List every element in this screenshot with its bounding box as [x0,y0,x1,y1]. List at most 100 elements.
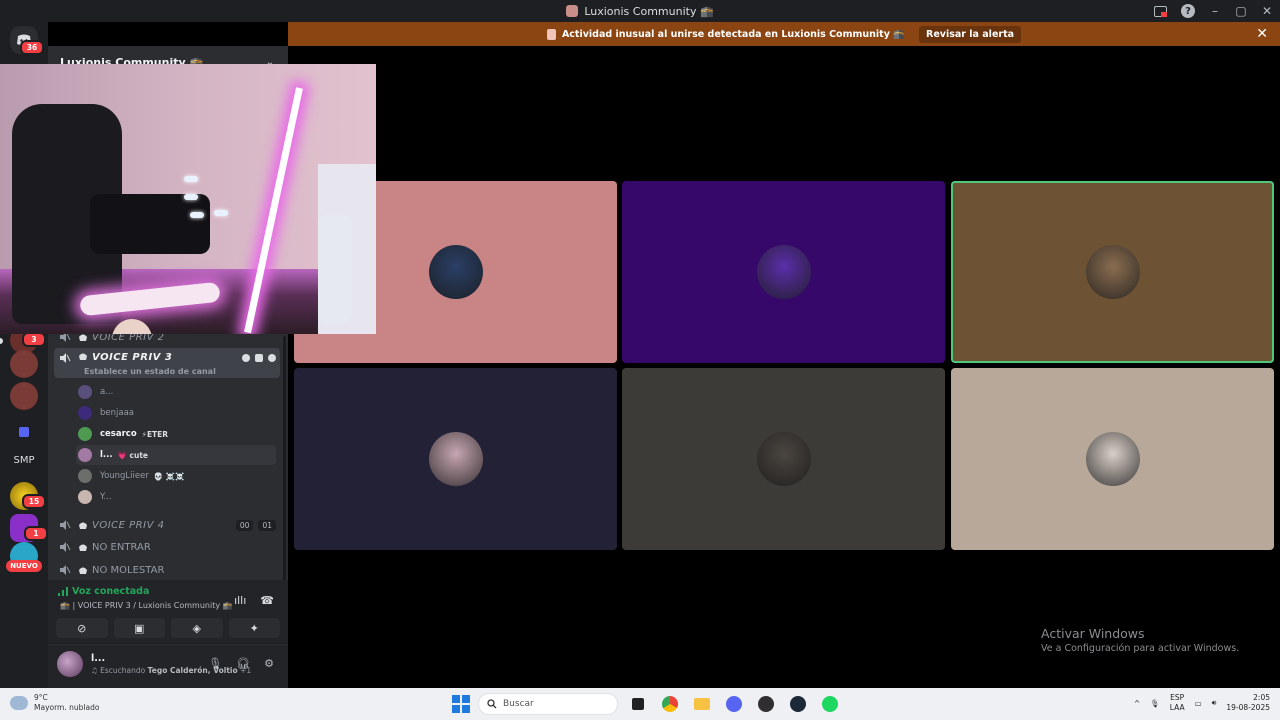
screen-share-icon[interactable]: ▣ [113,618,165,638]
user-limit: 01 [258,519,276,531]
chat-icon[interactable] [242,354,250,362]
window-controls: ? – ▢ ✕ [1146,0,1280,22]
language-code: ESP [1170,693,1185,702]
emoji-icon [78,566,88,575]
avatar [1085,432,1140,486]
weather-desc: Mayorm. nublado [34,703,100,712]
cloud-icon [10,696,28,710]
music-icon: ♫ [91,666,98,675]
review-alert-button[interactable]: Revisar la alerta [919,25,1022,43]
voice-channel-no-molestar[interactable]: NO MOLESTAR [54,559,280,581]
weather-widget[interactable]: 9°C Mayorm. nublado [10,693,99,713]
smp-server-icon[interactable]: SMP [4,455,44,466]
discord-icon[interactable] [722,692,746,716]
participant-tile[interactable] [294,368,617,550]
voice-channel-path[interactable]: 🕋 | VOICE PRIV 3 / Luxionis Community 🕋 [60,601,233,610]
headphones-icon[interactable]: 🎧︎ [236,657,250,670]
voice-member[interactable]: l... 💗 cute [76,445,276,465]
obs-icon[interactable] [754,692,778,716]
activity-icon[interactable]: ◈ [171,618,223,638]
inbox-icon[interactable] [1146,0,1174,22]
avatar [756,245,811,299]
chrome-icon[interactable] [658,692,682,716]
picture-in-picture-video[interactable] [0,64,376,334]
maximize-button[interactable]: ▢ [1228,0,1254,22]
minimize-button[interactable]: – [1202,0,1228,22]
alert-close-icon[interactable]: ✕ [1256,26,1268,42]
sidebar-scrollbar[interactable] [283,336,286,582]
gear-icon[interactable]: ⚙ [264,657,274,670]
participant-tile[interactable] [951,368,1274,550]
activation-watermark-hint: Ve a Configuración para activar Windows. [1041,643,1240,654]
member-name: benjaaa [100,408,134,418]
voice-member[interactable]: benjaaa [76,403,276,423]
voice-status-text: Voz conectada [72,586,150,597]
voice-channel-no-entrar[interactable]: NO ENTRAR [54,536,280,558]
participant-tile[interactable] [622,181,945,363]
system-tray: ^ 🎙︎ ESP LAA ▭ 🔊︎ 2:05 19-08-2025 [1134,693,1270,713]
disconnect-icon[interactable]: ☎ [260,594,274,607]
camera-off-icon[interactable]: ⊘ [56,618,108,638]
voice-connection-panel: Voz conectada 🕋 | VOICE PRIV 3 / Luxioni… [48,580,288,644]
avatar [78,490,92,504]
voice-status: Voz conectada [58,586,149,597]
member-clan-tag: 💀 ☠️☠️ [153,471,185,481]
search-icon [487,699,497,709]
language-indicator[interactable]: ESP LAA [1170,693,1185,713]
avatar [78,406,92,420]
channel-name: VOICE PRIV 4 [92,519,165,531]
avatar [428,245,483,299]
voice-top-actions: ıllı ☎ [234,594,274,607]
voice-channel-priv-4[interactable]: VOICE PRIV 4 00 01 [54,514,280,536]
alert-message: Actividad inusual al unirse detectada en… [561,28,906,40]
avatar [78,448,92,462]
server-icon[interactable] [10,382,38,410]
soundboard-icon[interactable]: ✦ [228,618,280,638]
weather-temp: 9°C [34,693,48,702]
server-icon[interactable] [10,350,38,378]
alert-icon [546,28,556,40]
voice-member[interactable]: a... [76,382,276,402]
volume-icon[interactable]: 🔊︎ [1212,698,1217,708]
participant-tile[interactable] [951,181,1274,363]
member-name: Y... [100,492,112,502]
network-icon[interactable]: ▭ [1195,699,1202,708]
user-controls: 🎙︎ 🎧︎ ⚙ [208,657,274,670]
participant-tile[interactable] [622,368,945,550]
folder-icon[interactable] [10,418,38,446]
member-name: a... [100,387,114,397]
username: l... [91,653,106,664]
channel-name: NO ENTRAR [92,541,151,553]
invite-icon[interactable] [255,354,263,362]
chevron-up-icon[interactable]: ^ [1134,699,1140,708]
avatar [1085,245,1140,299]
user-panel: l... ♫ Escuchando Tego Calderón, Voltio … [48,645,288,688]
microphone-icon[interactable]: 🎙︎ [208,657,222,670]
spotify-icon[interactable] [818,692,842,716]
member-name: YoungLiieer [100,471,149,481]
voice-member[interactable]: Y... [76,487,276,507]
member-clan-tag: ⚡ETER [141,429,169,439]
gear-icon[interactable] [268,354,276,362]
taskbar-search[interactable]: Buscar [478,693,618,715]
keyboard-layout: LAA [1169,703,1185,712]
speaker-off-icon [58,541,72,553]
microphone-icon[interactable]: 🎙︎ [1150,699,1160,708]
windows-taskbar: 9°C Mayorm. nublado Buscar ^ 🎙︎ ESP LAA [0,688,1280,720]
voice-member[interactable]: YoungLiieer 💀 ☠️☠️ [76,466,276,486]
window-title-text: Luxionis Community 🕋 [584,4,714,18]
file-explorer-icon[interactable] [690,692,714,716]
windows-start-icon[interactable] [452,695,470,713]
avatar[interactable] [57,651,83,677]
emoji-icon [78,521,88,530]
help-icon[interactable]: ? [1174,0,1202,22]
voice-member[interactable]: cesarco ⚡ETER [76,424,276,444]
noise-suppression-icon[interactable]: ıllı [234,594,246,607]
clock[interactable]: 2:05 19-08-2025 [1226,693,1270,713]
channel-status-text[interactable]: Establece un estado de canal [84,367,216,376]
task-view-icon[interactable] [626,692,650,716]
steam-icon[interactable] [786,692,810,716]
channel-name: VOICE PRIV 3 [92,352,173,363]
voice-channel-priv-3[interactable]: VOICE PRIV 3 Establece un estado de cana… [54,348,280,378]
close-button[interactable]: ✕ [1254,0,1280,22]
